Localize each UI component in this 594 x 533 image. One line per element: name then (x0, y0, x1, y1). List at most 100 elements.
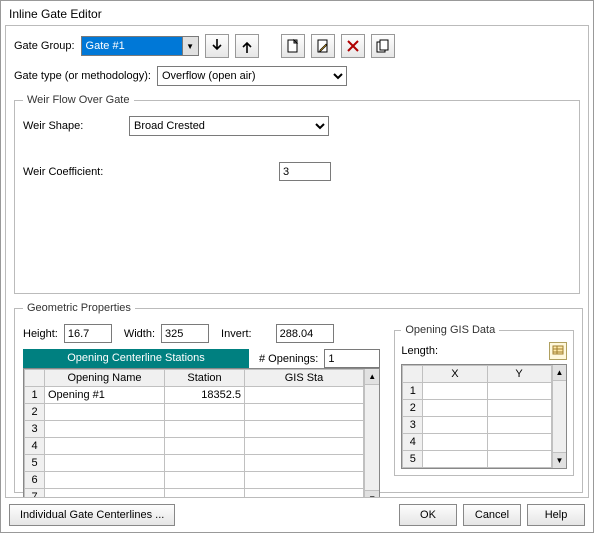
opening-gis-legend: Opening GIS Data (401, 324, 499, 336)
cell-gis-sta[interactable] (245, 421, 364, 438)
table-row[interactable]: 2 (25, 404, 364, 421)
weir-coeff-input[interactable] (279, 162, 331, 181)
scroll-down-icon[interactable]: ▼ (553, 452, 567, 468)
cell-gis-sta[interactable] (245, 438, 364, 455)
scroll-down-icon[interactable]: ▼ (365, 490, 379, 498)
row-header: 4 (403, 434, 423, 451)
cell-station[interactable] (165, 489, 245, 499)
new-button[interactable] (281, 34, 305, 58)
row-header: 3 (25, 421, 45, 438)
row-header: 6 (25, 472, 45, 489)
table-row[interactable]: 3 (25, 421, 364, 438)
gis-table[interactable]: X Y 12345 (402, 365, 551, 468)
gis-corner (403, 366, 423, 383)
row-header: 7 (25, 489, 45, 499)
cell-station[interactable] (165, 421, 245, 438)
row-header: 2 (403, 400, 423, 417)
scroll-up-icon[interactable]: ▲ (365, 369, 379, 385)
width-input[interactable] (161, 324, 209, 343)
dialog-content: Gate Group: Gate #1 ▼ (5, 25, 589, 498)
row-header: 4 (25, 438, 45, 455)
cell-opening-name[interactable] (45, 438, 165, 455)
gis-grid[interactable]: X Y 12345 ▲ ▼ (401, 364, 567, 469)
cell-gis-sta[interactable] (245, 455, 364, 472)
copy-button[interactable] (371, 34, 395, 58)
individual-centerlines-button[interactable]: Individual Gate Centerlines ... (9, 504, 175, 526)
cell-station[interactable] (165, 404, 245, 421)
cell-y[interactable] (487, 434, 551, 451)
delete-icon (346, 39, 360, 53)
cell-station[interactable]: 18352.5 (165, 387, 245, 404)
cell-x[interactable] (423, 400, 487, 417)
openings-count-input[interactable] (324, 349, 380, 368)
col-opening-name[interactable]: Opening Name (45, 370, 165, 387)
weir-shape-select[interactable]: Broad Crested (129, 116, 329, 136)
table-row[interactable]: 3 (403, 417, 551, 434)
col-y[interactable]: Y (487, 366, 551, 383)
table-row[interactable]: 7 (25, 489, 364, 499)
cell-y[interactable] (487, 400, 551, 417)
row-header: 1 (25, 387, 45, 404)
cell-opening-name[interactable] (45, 489, 165, 499)
cell-station[interactable] (165, 438, 245, 455)
cell-gis-sta[interactable] (245, 489, 364, 499)
inline-gate-editor-window: Inline Gate Editor Gate Group: Gate #1 ▼ (0, 0, 594, 533)
col-gis-sta[interactable]: GIS Sta (245, 370, 364, 387)
cell-opening-name[interactable] (45, 421, 165, 438)
cell-opening-name[interactable]: Opening #1 (45, 387, 165, 404)
rename-button[interactable] (311, 34, 335, 58)
table-row[interactable]: 5 (403, 451, 551, 468)
table-row[interactable]: 1 (403, 383, 551, 400)
gate-type-row: Gate type (or methodology): Overflow (op… (14, 66, 580, 86)
gate-group-combo[interactable]: Gate #1 ▼ (81, 36, 199, 56)
cell-x[interactable] (423, 451, 487, 468)
openings-scrollbar[interactable]: ▲ ▼ (364, 369, 379, 498)
table-row[interactable]: 4 (403, 434, 551, 451)
gate-group-label: Gate Group: (14, 40, 75, 52)
cell-station[interactable] (165, 455, 245, 472)
gis-scrollbar[interactable]: ▲ ▼ (552, 365, 567, 468)
cell-opening-name[interactable] (45, 472, 165, 489)
move-up-button[interactable] (235, 34, 259, 58)
row-header: 5 (25, 455, 45, 472)
table-row[interactable]: 5 (25, 455, 364, 472)
col-x[interactable]: X (423, 366, 487, 383)
weir-shape-row: Weir Shape: Broad Crested (23, 116, 571, 136)
cell-opening-name[interactable] (45, 455, 165, 472)
openings-grid[interactable]: Opening Name Station GIS Sta 1Opening #1… (23, 368, 380, 498)
chevron-down-icon[interactable]: ▼ (182, 37, 198, 55)
table-icon (552, 344, 564, 359)
cell-x[interactable] (423, 383, 487, 400)
height-label: Height: (23, 328, 58, 340)
cell-gis-sta[interactable] (245, 472, 364, 489)
cell-x[interactable] (423, 417, 487, 434)
cell-y[interactable] (487, 417, 551, 434)
delete-button[interactable] (341, 34, 365, 58)
openings-table[interactable]: Opening Name Station GIS Sta 1Opening #1… (24, 369, 364, 498)
table-row[interactable]: 1Opening #118352.5 (25, 387, 364, 404)
scroll-up-icon[interactable]: ▲ (553, 365, 567, 381)
dialog-footer: Individual Gate Centerlines ... OK Cance… (1, 498, 593, 532)
cell-gis-sta[interactable] (245, 404, 364, 421)
cell-gis-sta[interactable] (245, 387, 364, 404)
col-station[interactable]: Station (165, 370, 245, 387)
help-button[interactable]: Help (527, 504, 585, 526)
gate-type-select[interactable]: Overflow (open air) (157, 66, 347, 86)
invert-input[interactable] (276, 324, 334, 343)
height-input[interactable] (64, 324, 112, 343)
ok-button[interactable]: OK (399, 504, 457, 526)
table-row[interactable]: 4 (25, 438, 364, 455)
cell-x[interactable] (423, 434, 487, 451)
cell-station[interactable] (165, 472, 245, 489)
weir-coeff-row: Weir Coefficient: (23, 162, 571, 181)
cell-opening-name[interactable] (45, 404, 165, 421)
table-row[interactable]: 2 (403, 400, 551, 417)
gis-tool-button[interactable] (549, 342, 567, 360)
cancel-button[interactable]: Cancel (463, 504, 521, 526)
row-header: 5 (403, 451, 423, 468)
geometric-properties-legend: Geometric Properties (23, 302, 135, 314)
move-down-button[interactable] (205, 34, 229, 58)
table-row[interactable]: 6 (25, 472, 364, 489)
cell-y[interactable] (487, 451, 551, 468)
cell-y[interactable] (487, 383, 551, 400)
